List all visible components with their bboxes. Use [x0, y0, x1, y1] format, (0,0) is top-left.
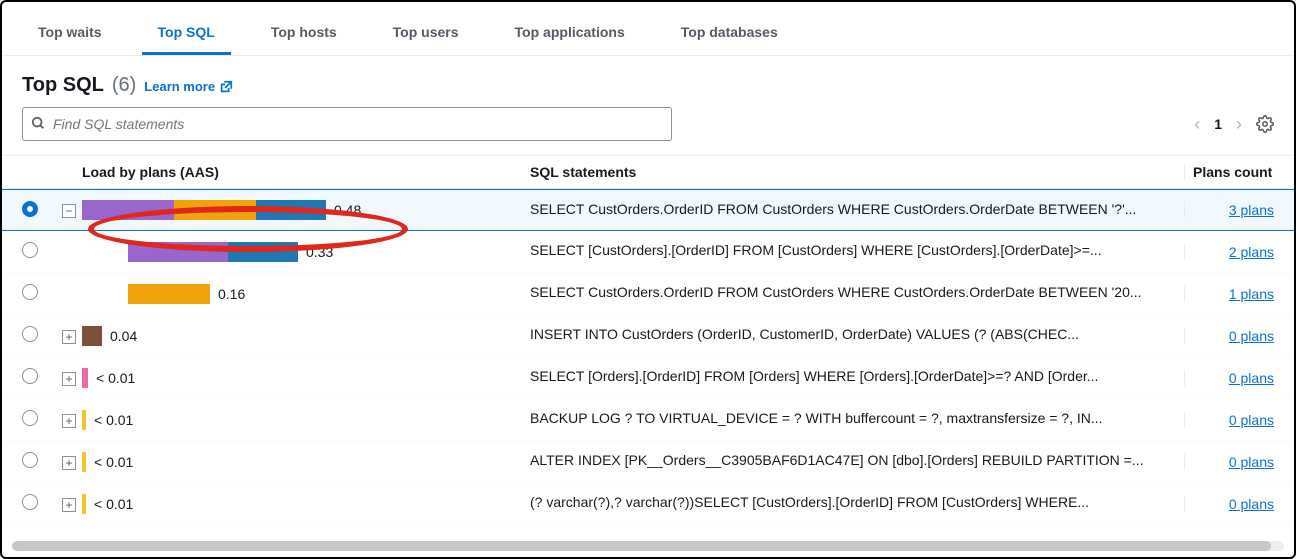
sql-statement-link[interactable]: BACKUP LOG ? TO VIRTUAL_DEVICE = ? WITH …: [530, 410, 1103, 426]
load-value: < 0.01: [94, 454, 133, 470]
table-row[interactable]: +0.04 INSERT INTO CustOrders (OrderID, Cu…: [2, 315, 1294, 357]
external-link-icon: [219, 80, 233, 94]
load-bar-segment: [174, 200, 256, 220]
load-value: 0.04: [110, 328, 137, 344]
expand-button[interactable]: +: [62, 372, 76, 386]
table-row[interactable]: + < 0.01 ALTER INDEX [PK__Orders__C3905BAF…: [2, 441, 1294, 483]
load-bar: [82, 494, 86, 514]
table-header: Load by plans (AAS) SQL statements Plans…: [2, 155, 1294, 189]
load-bar: [82, 368, 88, 388]
page-count: (6): [112, 74, 136, 97]
sql-statement-link[interactable]: (? varchar(?),? varchar(?))SELECT [CustO…: [530, 494, 1089, 510]
sql-statement-link[interactable]: ALTER INDEX [PK__Orders__C3905BAF6D1AC47…: [530, 452, 1144, 468]
pager-next[interactable]: ›: [1236, 114, 1242, 135]
expand-button[interactable]: −: [62, 204, 76, 218]
load-value: 0.33: [306, 244, 333, 260]
learn-more-link[interactable]: Learn more: [144, 79, 233, 94]
col-header-sql[interactable]: SQL statements: [522, 164, 1184, 180]
plans-link[interactable]: 2 plans: [1229, 244, 1274, 260]
load-bar-segment: [82, 494, 86, 514]
page-title: Top SQL: [22, 74, 104, 97]
tab-top-databases[interactable]: Top databases: [665, 16, 794, 55]
pager: ‹ 1 ›: [1194, 114, 1274, 135]
expand-button[interactable]: +: [62, 414, 76, 428]
load-bar: [82, 452, 86, 472]
sql-statement-link[interactable]: SELECT [CustOrders].[OrderID] FROM [Cust…: [530, 242, 1102, 258]
table-row[interactable]: 0.16 SELECT CustOrders.OrderID FROM CustO…: [2, 273, 1294, 315]
load-bar: [82, 410, 86, 430]
pager-prev[interactable]: ‹: [1194, 114, 1200, 135]
load-bar-segment: [82, 326, 102, 346]
load-bar: [128, 242, 298, 262]
load-bar-segment: [256, 200, 326, 220]
sql-statement-link[interactable]: SELECT CustOrders.OrderID FROM CustOrder…: [530, 201, 1136, 217]
row-radio[interactable]: [22, 494, 38, 510]
toolbar: ‹ 1 ›: [2, 107, 1294, 155]
table-body: − 0.48 SELECT CustOrders.OrderID FROM Cust…: [2, 189, 1294, 525]
sql-statement-link[interactable]: SELECT CustOrders.OrderID FROM CustOrder…: [530, 284, 1142, 300]
plans-link[interactable]: 0 plans: [1229, 454, 1274, 470]
load-value: 0.48: [334, 202, 361, 218]
load-bar-segment: [228, 242, 298, 262]
sql-statement-link[interactable]: SELECT [Orders].[OrderID] FROM [Orders] …: [530, 368, 1098, 384]
sql-statement-link[interactable]: INSERT INTO CustOrders (OrderID, Custome…: [530, 326, 1079, 342]
expand-button[interactable]: +: [62, 330, 76, 344]
load-bar-segment: [82, 200, 174, 220]
table: Load by plans (AAS) SQL statements Plans…: [2, 155, 1294, 525]
learn-more-label: Learn more: [144, 79, 215, 94]
plans-link[interactable]: 3 plans: [1229, 202, 1274, 218]
tab-top-waits[interactable]: Top waits: [22, 16, 118, 55]
plans-link[interactable]: 0 plans: [1229, 496, 1274, 512]
search-input[interactable]: [51, 115, 663, 133]
search-icon: [31, 116, 45, 133]
tab-top-users[interactable]: Top users: [377, 16, 475, 55]
plans-link[interactable]: 1 plans: [1229, 286, 1274, 302]
load-value: 0.16: [218, 286, 245, 302]
load-value: < 0.01: [94, 412, 133, 428]
load-bar-segment: [82, 452, 86, 472]
row-radio[interactable]: [22, 201, 38, 217]
section-header: Top SQL (6) Learn more: [2, 56, 1294, 107]
load-bar-segment: [128, 284, 210, 304]
load-value: < 0.01: [96, 370, 135, 386]
search-box[interactable]: [22, 107, 672, 141]
plans-link[interactable]: 0 plans: [1229, 412, 1274, 428]
tab-top-sql[interactable]: Top SQL: [142, 16, 231, 55]
plans-link[interactable]: 0 plans: [1229, 370, 1274, 386]
scrollbar-thumb[interactable]: [12, 541, 1271, 551]
pager-page: 1: [1214, 116, 1222, 132]
load-bar-segment: [128, 242, 228, 262]
table-row[interactable]: + < 0.01 (? varchar(?),? varchar(?))SELECT…: [2, 483, 1294, 525]
table-row[interactable]: + < 0.01 SELECT [Orders].[OrderID] FROM [O…: [2, 357, 1294, 399]
tab-top-applications[interactable]: Top applications: [499, 16, 641, 55]
row-radio[interactable]: [22, 326, 38, 342]
load-bar: [82, 200, 326, 220]
table-row[interactable]: + < 0.01 BACKUP LOG ? TO VIRTUAL_DEVICE = …: [2, 399, 1294, 441]
tab-top-hosts[interactable]: Top hosts: [255, 16, 353, 55]
gear-icon[interactable]: [1256, 115, 1274, 133]
row-radio[interactable]: [22, 242, 38, 258]
plans-link[interactable]: 0 plans: [1229, 328, 1274, 344]
load-value: < 0.01: [94, 496, 133, 512]
col-header-load[interactable]: Load by plans (AAS): [82, 164, 522, 180]
row-radio[interactable]: [22, 452, 38, 468]
load-bar-segment: [82, 410, 86, 430]
load-bar: [82, 326, 102, 346]
table-row[interactable]: 0.33 SELECT [CustOrders].[OrderID] FROM […: [2, 231, 1294, 273]
expand-button[interactable]: +: [62, 456, 76, 470]
horizontal-scrollbar[interactable]: [12, 541, 1284, 551]
page-container: Top waits Top SQL Top hosts Top users Top ap…: [0, 0, 1296, 559]
row-radio[interactable]: [22, 284, 38, 300]
expand-button[interactable]: +: [62, 498, 76, 512]
row-radio[interactable]: [22, 368, 38, 384]
load-bar: [128, 284, 210, 304]
tabs-bar: Top waits Top SQL Top hosts Top users Top ap…: [2, 2, 1294, 56]
load-bar-segment: [82, 368, 88, 388]
col-header-plans[interactable]: Plans count: [1184, 164, 1274, 180]
row-radio[interactable]: [22, 410, 38, 426]
table-row[interactable]: − 0.48 SELECT CustOrders.OrderID FROM Cust…: [2, 189, 1294, 231]
